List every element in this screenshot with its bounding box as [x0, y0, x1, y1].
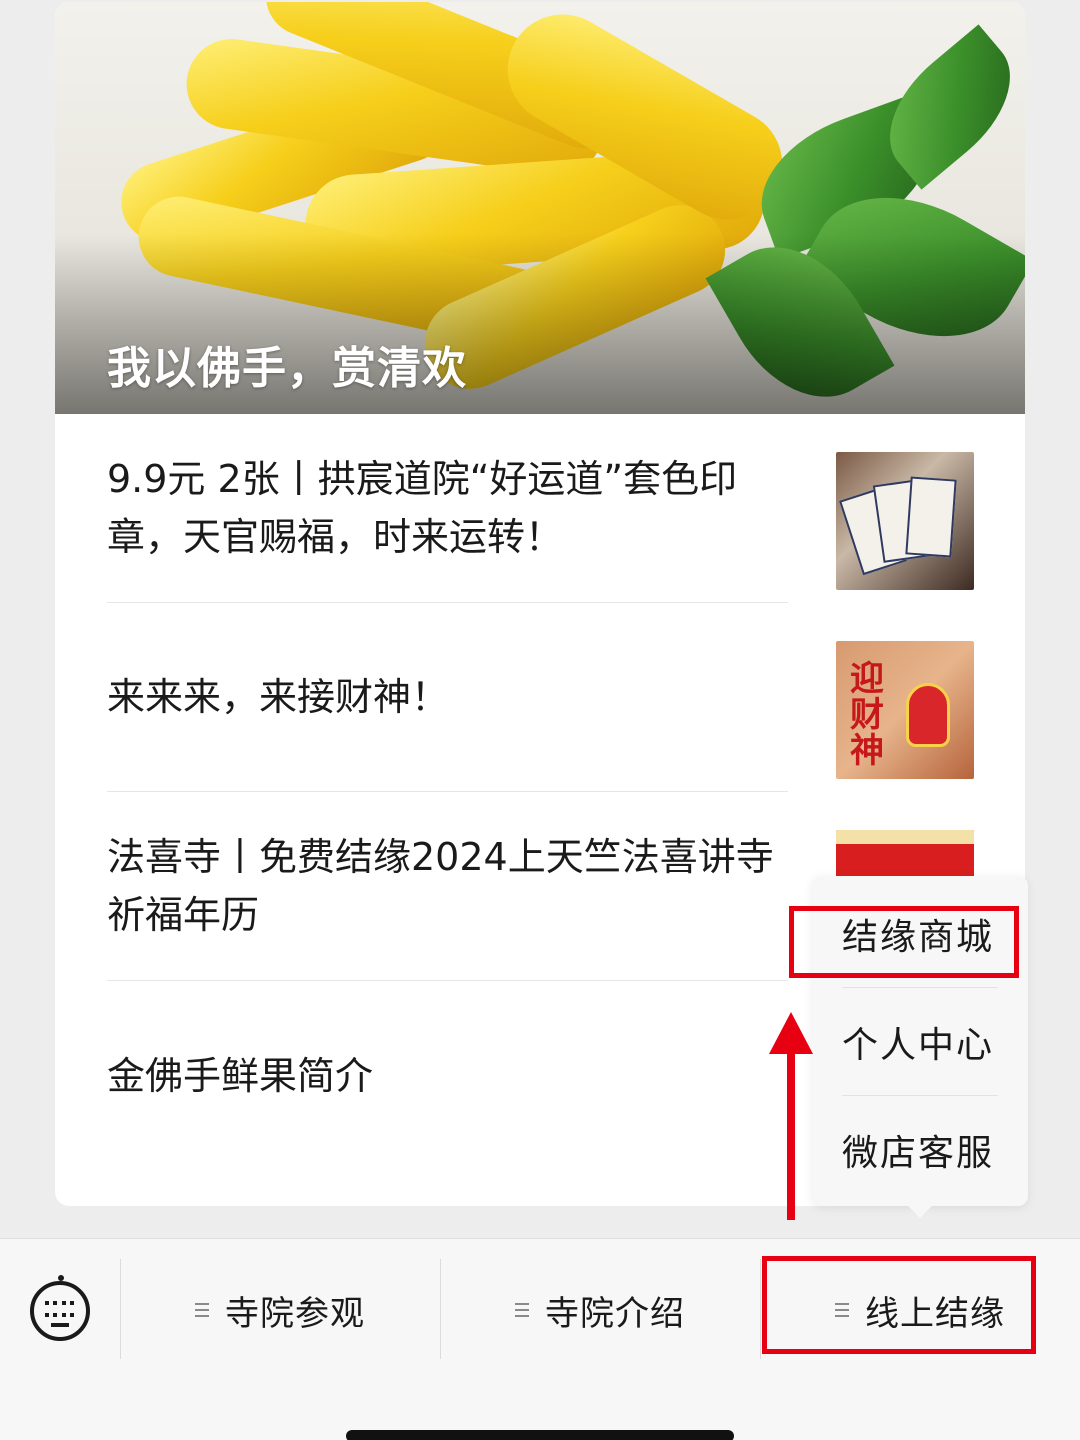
annotation-arrow [787, 1050, 795, 1220]
article-title: 法喜寺丨免费结缘2024上天竺法喜讲寺祈福年历 [107, 835, 774, 937]
keyboard-icon[interactable] [30, 1275, 90, 1341]
highlight-box-online-offering [762, 1256, 1036, 1354]
menu-tab-label: 寺院介绍 [545, 1293, 685, 1334]
article-item[interactable]: 金佛手鲜果简介 [107, 981, 788, 1170]
article-title: 9.9元 2张丨拱宸道院“好运道”套色印章，天官赐福，时来运转！ [107, 457, 738, 559]
menu-tab-label: 寺院参观 [225, 1293, 365, 1334]
article-thumbnail: 迎财神 [836, 641, 974, 779]
hero-title: 我以佛手，赏清欢 [107, 343, 467, 394]
article-item[interactable]: 来来来，来接财神！ 迎财神 [107, 603, 974, 792]
menu-list-icon [515, 1303, 529, 1317]
article-title: 金佛手鲜果简介 [107, 1053, 374, 1098]
article-title: 来来来，来接财神！ [107, 675, 450, 719]
article-item[interactable]: 法喜寺丨免费结缘2024上天竺法喜讲寺祈福年历 [107, 792, 974, 981]
home-indicator [346, 1430, 734, 1440]
menu-list-icon [195, 1303, 209, 1317]
submenu-item-customer-service[interactable]: 微店客服 [842, 1096, 998, 1204]
annotation-arrow-head [769, 1012, 813, 1054]
article-item[interactable]: 9.9元 2张丨拱宸道院“好运道”套色印章，天官赐福，时来运转！ [107, 414, 974, 603]
menu-tab-temple-visit[interactable]: 寺院参观 [120, 1275, 440, 1345]
hero-article[interactable]: 我以佛手，赏清欢 [55, 2, 1025, 414]
article-thumbnail [836, 830, 974, 880]
thumbnail-text: 迎财神 [850, 659, 884, 771]
highlight-box-mall [789, 906, 1019, 978]
menu-tab-temple-intro[interactable]: 寺院介绍 [440, 1275, 760, 1345]
wechat-official-account-page: 我以佛手，赏清欢 9.9元 2张丨拱宸道院“好运道”套色印章，天官赐福，时来运转… [0, 0, 1080, 1440]
article-thumbnail [836, 452, 974, 590]
submenu-item-profile[interactable]: 个人中心 [842, 988, 998, 1096]
